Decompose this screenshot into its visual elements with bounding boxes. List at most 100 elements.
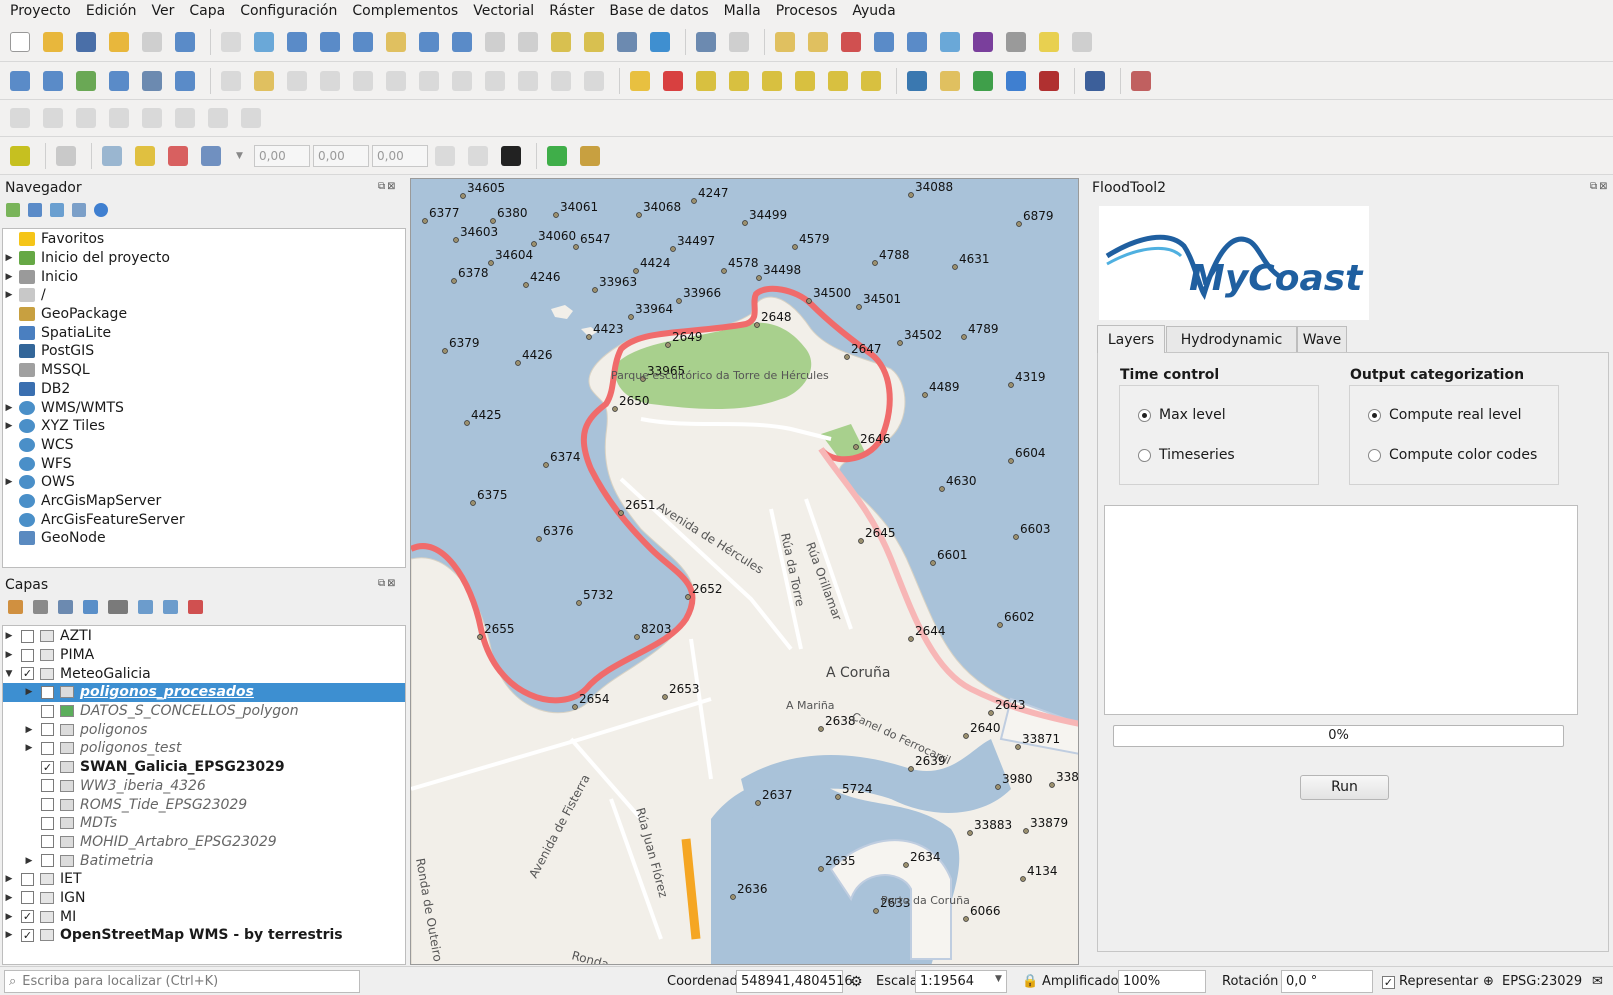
manage-visibility-icon[interactable] — [58, 600, 73, 614]
expand-arrow-icon[interactable]: ▶ — [23, 856, 35, 866]
map-point[interactable] — [742, 220, 748, 226]
expand-arrow-icon[interactable]: ▶ — [3, 650, 15, 660]
crosshair-icon[interactable] — [1127, 67, 1155, 95]
map-point[interactable] — [685, 594, 691, 600]
wkt-icon[interactable] — [1035, 67, 1063, 95]
crs-label[interactable]: EPSG:23029 — [1502, 974, 1582, 989]
map-point[interactable] — [988, 710, 994, 716]
map-point[interactable] — [662, 694, 668, 700]
navigator-tree[interactable]: Favoritos ▶ Inicio del proyecto ▶ Inicio ▶ / Ge… — [2, 228, 406, 568]
timeseries-radio-circle[interactable] — [1138, 448, 1151, 462]
add-geopackage-icon[interactable] — [39, 67, 67, 95]
map-point[interactable] — [818, 866, 824, 872]
expand-arrow-icon[interactable]: ▶ — [3, 477, 15, 487]
label-abc-icon[interactable] — [626, 67, 654, 95]
save-as-icon[interactable] — [105, 28, 133, 56]
layer-visibility-checkbox[interactable]: ✓ — [41, 760, 54, 774]
compute-real-level-radio[interactable]: Compute real level — [1368, 407, 1522, 423]
map-point[interactable] — [922, 392, 928, 398]
map-point[interactable] — [872, 260, 878, 266]
menu-item-3[interactable]: Capa — [189, 3, 225, 19]
navigator-item[interactable]: WFS — [3, 454, 405, 473]
toggle-editing-icon[interactable] — [250, 67, 278, 95]
map-point[interactable] — [873, 908, 879, 914]
map-point[interactable] — [755, 800, 761, 806]
layer-row[interactable]: ▶ AZTI — [3, 627, 405, 646]
map-point[interactable] — [853, 444, 859, 450]
help-icon[interactable] — [1081, 67, 1109, 95]
map-point[interactable] — [442, 348, 448, 354]
expand-arrow-icon[interactable]: ▶ — [3, 403, 15, 413]
style-manager-icon[interactable] — [171, 28, 199, 56]
navigator-item[interactable]: Favoritos — [3, 230, 405, 249]
disabled-tool-icon-2[interactable] — [464, 142, 492, 170]
expand-arrow-icon[interactable]: ▶ — [23, 743, 35, 753]
adv-dig-3-icon[interactable] — [72, 104, 100, 132]
map-point[interactable] — [967, 830, 973, 836]
adv-dig-1-icon[interactable] — [6, 104, 34, 132]
coord-toggle-icon[interactable]: ⚙ — [850, 974, 863, 990]
disabled-tool-icon[interactable] — [431, 142, 459, 170]
menu-item-10[interactable]: Procesos — [776, 3, 838, 19]
timeseries-radio[interactable]: Timeseries — [1138, 447, 1235, 463]
filter-expression-icon[interactable] — [108, 600, 128, 614]
vertex-tool-icon[interactable] — [349, 67, 377, 95]
layer-row[interactable]: ▶ IET — [3, 870, 405, 889]
bucket-icon[interactable] — [52, 142, 80, 170]
map-point[interactable] — [531, 241, 537, 247]
menu-item-5[interactable]: Complementos — [352, 3, 458, 19]
layer-visibility-checkbox[interactable]: ✓ — [21, 910, 34, 924]
map-point[interactable] — [908, 192, 914, 198]
layer-row[interactable]: ▶ poligonos_test — [3, 739, 405, 758]
layer-visibility-checkbox[interactable] — [41, 835, 54, 849]
map-point[interactable] — [633, 268, 639, 274]
zoom-full-icon[interactable] — [349, 28, 377, 56]
attribute-table-icon[interactable] — [870, 28, 898, 56]
layer-visibility-checkbox[interactable] — [41, 854, 54, 868]
layer-row[interactable]: ▶ IGN — [3, 889, 405, 908]
map-point[interactable] — [460, 193, 466, 199]
map-point[interactable] — [1049, 782, 1055, 788]
map-point[interactable] — [477, 634, 483, 640]
menu-item-7[interactable]: Ráster — [549, 3, 594, 19]
plugin-dock-close-icon[interactable]: ⧉⊠ — [1590, 181, 1610, 192]
map-point[interactable] — [670, 246, 676, 252]
layer-style-icon[interactable] — [8, 600, 23, 614]
zoom-in-icon[interactable] — [283, 28, 311, 56]
map-point[interactable] — [490, 218, 496, 224]
max-level-radio[interactable]: Max level — [1138, 407, 1226, 423]
map-point[interactable] — [515, 360, 521, 366]
filter-icon[interactable] — [50, 203, 64, 217]
layer-row[interactable]: MDTs — [3, 814, 405, 833]
tab-wave[interactable]: Wave — [1297, 326, 1347, 352]
paste-icon[interactable] — [481, 67, 509, 95]
navigator-item[interactable]: MSSQL — [3, 361, 405, 380]
tips-icon[interactable] — [1068, 28, 1096, 56]
navigator-item[interactable]: PostGIS — [3, 342, 405, 361]
x-coordinate-input[interactable]: 0,00 — [254, 144, 310, 167]
map-point[interactable] — [721, 268, 727, 274]
add-selected-icon[interactable] — [6, 203, 20, 217]
messages-icon[interactable]: ✉ — [1592, 974, 1603, 989]
navigator-item[interactable]: ▶ Inicio del proyecto — [3, 249, 405, 268]
new-shapefile-icon[interactable] — [72, 67, 100, 95]
show-bookmarks-icon[interactable] — [580, 28, 608, 56]
chevron-down-icon[interactable]: ▼ — [236, 151, 254, 161]
map-point[interactable] — [453, 237, 459, 243]
layer-row[interactable]: ▼ ✓ MeteoGalicia — [3, 664, 405, 683]
adv-dig-5-icon[interactable] — [138, 104, 166, 132]
expand-arrow-icon[interactable]: ▶ — [3, 631, 15, 641]
map-point[interactable] — [634, 634, 640, 640]
identify-icon[interactable] — [692, 28, 720, 56]
navigator-item[interactable]: ▶ OWS — [3, 473, 405, 492]
adv-dig-4-icon[interactable] — [105, 104, 133, 132]
layer-row[interactable]: ▶ ✓ poligonos_procesados — [3, 683, 405, 702]
filter-legend-icon[interactable] — [83, 600, 98, 614]
select-icon[interactable] — [771, 28, 799, 56]
map-point[interactable] — [908, 766, 914, 772]
layer-row[interactable]: DATOS_S_CONCELLOS_polygon — [3, 702, 405, 721]
map-point[interactable] — [1008, 458, 1014, 464]
dock-float-close-icon[interactable]: ⧉⊠ — [378, 181, 398, 192]
open-datasource-icon[interactable] — [6, 67, 34, 95]
label-rotate-icon[interactable] — [725, 67, 753, 95]
